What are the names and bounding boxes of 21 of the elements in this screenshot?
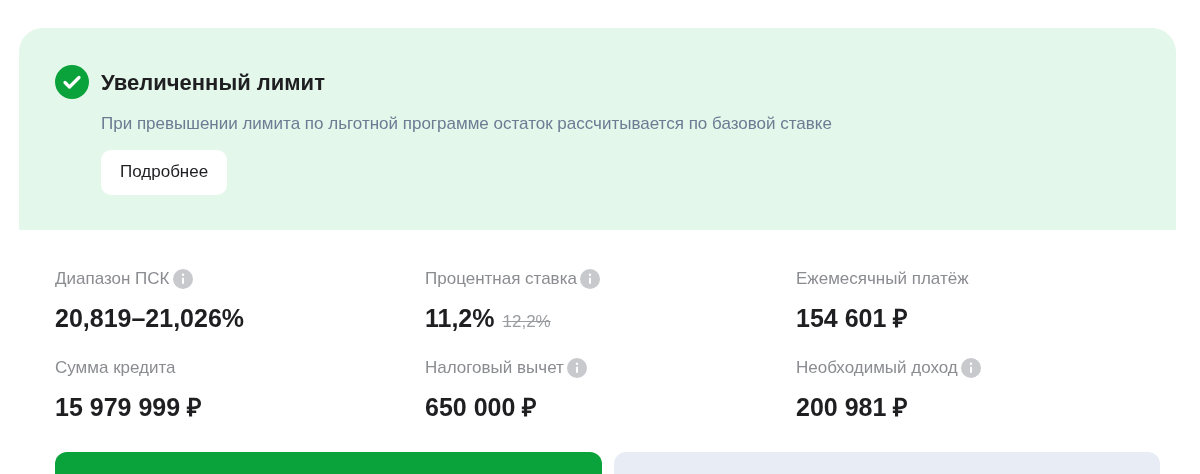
info-icon[interactable]: [579, 268, 600, 289]
stat-value: 200 981 ₽: [796, 391, 909, 423]
stat-label: Диапазон ПСК: [55, 268, 170, 290]
stat-value: 15 979 999 ₽: [55, 391, 203, 423]
stat-label: Необходимый доход: [796, 357, 958, 379]
stat-label: Сумма кредита: [55, 357, 176, 379]
banner-title: Увеличенный лимит: [101, 68, 325, 97]
stat-value: 650 000 ₽: [425, 391, 538, 423]
info-icon[interactable]: [960, 357, 981, 378]
details-button[interactable]: Подробнее: [101, 149, 228, 195]
stat-label: Процентная ставка: [425, 268, 577, 290]
banner-description: При превышении лимита по льготной программе остаток рассчитывается по базовой ставке: [101, 113, 833, 135]
info-icon[interactable]: [172, 268, 193, 289]
stat-label: Налоговый вычет: [425, 357, 564, 379]
stat-value: 154 601 ₽: [796, 302, 909, 334]
stat-label: Ежемесячный платёж: [796, 268, 969, 290]
old-value: 12,2%: [502, 310, 551, 333]
check-icon: [55, 65, 89, 99]
stat-value: 11,2%: [425, 302, 495, 334]
stat-value: 20,819–21,026%: [55, 302, 245, 334]
info-icon[interactable]: [566, 357, 587, 378]
